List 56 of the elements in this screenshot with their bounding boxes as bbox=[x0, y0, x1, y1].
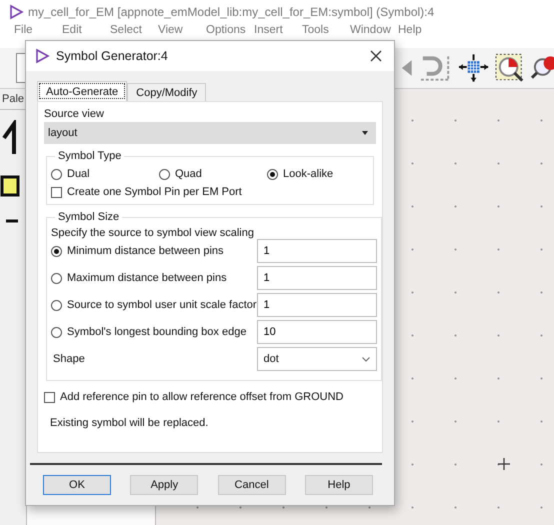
shape-dropdown[interactable]: dot bbox=[256, 347, 377, 371]
group-title: Symbol Size bbox=[57, 211, 120, 223]
window-title: my_cell_for_EM [appnote_emModel_lib:my_cell_for_EM:symbol] (Symbol):4 bbox=[28, 5, 434, 19]
radio-button[interactable] bbox=[51, 246, 62, 256]
menu-item[interactable]: Options bbox=[206, 24, 254, 37]
close-icon[interactable] bbox=[370, 50, 382, 62]
chevron-icon bbox=[362, 356, 370, 362]
menu-item[interactable]: Tools bbox=[302, 24, 350, 37]
dialog-button[interactable]: Help bbox=[304, 475, 373, 495]
radio-button[interactable] bbox=[51, 272, 62, 284]
app-logo-icon bbox=[8, 4, 24, 20]
radio-button[interactable] bbox=[159, 168, 170, 180]
tab[interactable]: Copy/Modify bbox=[127, 83, 206, 101]
radio-button[interactable] bbox=[267, 168, 278, 180]
field-label: Shape bbox=[52, 353, 85, 365]
radio-label: Dual bbox=[67, 168, 90, 180]
checkbox-label: Create one Symbol Pin per EM Port bbox=[67, 186, 242, 198]
dialog-title: Symbol Generator:4 bbox=[56, 49, 169, 63]
checkbox[interactable] bbox=[44, 392, 55, 402]
radio-label: Look-alike bbox=[283, 168, 334, 180]
radio-label: Symbol's longest bounding box edge bbox=[67, 326, 246, 338]
note-text: Existing symbol will be replaced. bbox=[49, 417, 210, 429]
radio-button[interactable] bbox=[51, 326, 62, 338]
menu-item[interactable]: Help bbox=[398, 24, 446, 37]
checkbox-label: Add reference pin to allow reference offset from GROUND bbox=[60, 391, 344, 403]
checkbox[interactable] bbox=[51, 186, 62, 198]
radio-button[interactable] bbox=[51, 168, 62, 180]
dialog-button[interactable]: OK bbox=[43, 475, 111, 495]
field-label: Source view bbox=[44, 108, 105, 120]
rectangle-icon[interactable] bbox=[0, 174, 20, 198]
menu-item[interactable]: Insert bbox=[254, 24, 302, 37]
input-field[interactable]: 10 bbox=[256, 320, 377, 344]
hint-text: Specify the source to symbol view scaling bbox=[51, 227, 254, 239]
radio-label: Source to symbol user unit scale factor bbox=[67, 299, 257, 311]
source-view-dropdown[interactable]: layout bbox=[44, 122, 376, 144]
radio-label: Maximum distance between pins bbox=[67, 272, 227, 284]
input-field[interactable]: 1 bbox=[256, 266, 377, 290]
input-field[interactable]: 1 bbox=[256, 239, 377, 263]
zoom-fit-icon[interactable] bbox=[495, 53, 525, 83]
menu-item[interactable]: Edit bbox=[62, 24, 110, 37]
input-field[interactable]: 1 bbox=[256, 293, 377, 317]
menu-item[interactable]: View bbox=[158, 24, 206, 37]
dialog-button[interactable]: Apply bbox=[130, 475, 198, 495]
radio-label: Quad bbox=[175, 168, 202, 180]
menu-item[interactable]: Window bbox=[350, 24, 398, 37]
menu-item[interactable]: File bbox=[14, 24, 62, 37]
pan-icon[interactable] bbox=[458, 53, 490, 83]
menu-item[interactable]: Select bbox=[110, 24, 158, 37]
dialog-button[interactable]: Cancel bbox=[218, 475, 286, 495]
radio-label: Minimum distance between pins bbox=[67, 245, 224, 257]
radio-button[interactable] bbox=[51, 300, 62, 310]
app-logo-icon bbox=[34, 48, 50, 64]
group-title: Symbol Type bbox=[57, 150, 122, 162]
caret-icon bbox=[362, 131, 368, 135]
crosshair-icon bbox=[498, 458, 510, 470]
tab[interactable]: Auto-Generate bbox=[37, 81, 128, 101]
